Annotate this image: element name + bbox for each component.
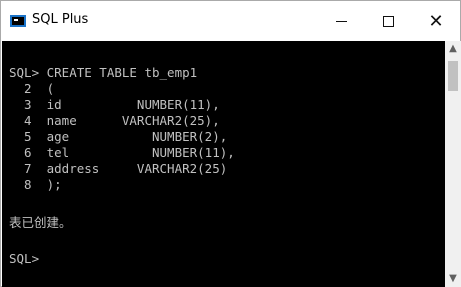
window-title: SQL Plus (32, 12, 89, 27)
minimize-icon (335, 20, 347, 22)
console-line: 5 age NUMBER(2), (9, 129, 228, 144)
console-line: 6 tel NUMBER(11), (9, 145, 235, 160)
close-button[interactable]: ✕ (413, 1, 459, 41)
vertical-scrollbar[interactable]: ▲ ▼ (445, 41, 461, 287)
console-line: 表已创建。 (9, 215, 72, 230)
title-bar[interactable]: SQL Plus ✕ (1, 1, 460, 41)
scroll-down-arrow-icon[interactable]: ▼ (445, 271, 461, 287)
scroll-up-arrow-icon[interactable]: ▲ (445, 41, 461, 57)
console-line: SQL> CREATE TABLE tb_emp1 (9, 65, 198, 80)
console-line: 3 id NUMBER(11), (9, 97, 220, 112)
console-output[interactable]: SQL> CREATE TABLE tb_emp1 2 ( 3 id NUMBE… (2, 41, 445, 287)
maximize-button[interactable] (365, 1, 411, 41)
scroll-thumb[interactable] (448, 61, 458, 91)
console-prompt[interactable]: SQL> (9, 251, 39, 266)
console-line: 8 ); (9, 177, 62, 192)
console-line: 4 name VARCHAR2(25), (9, 113, 220, 128)
console-line: 2 ( (9, 81, 55, 96)
minimize-button[interactable] (318, 1, 364, 41)
sqlplus-window: SQL Plus ✕ SQL> CREATE TABLE tb_emp1 2 (… (0, 0, 461, 287)
maximize-icon (382, 15, 394, 27)
console-line: 7 address VARCHAR2(25) (9, 161, 228, 176)
console-app-icon[interactable] (10, 15, 26, 27)
